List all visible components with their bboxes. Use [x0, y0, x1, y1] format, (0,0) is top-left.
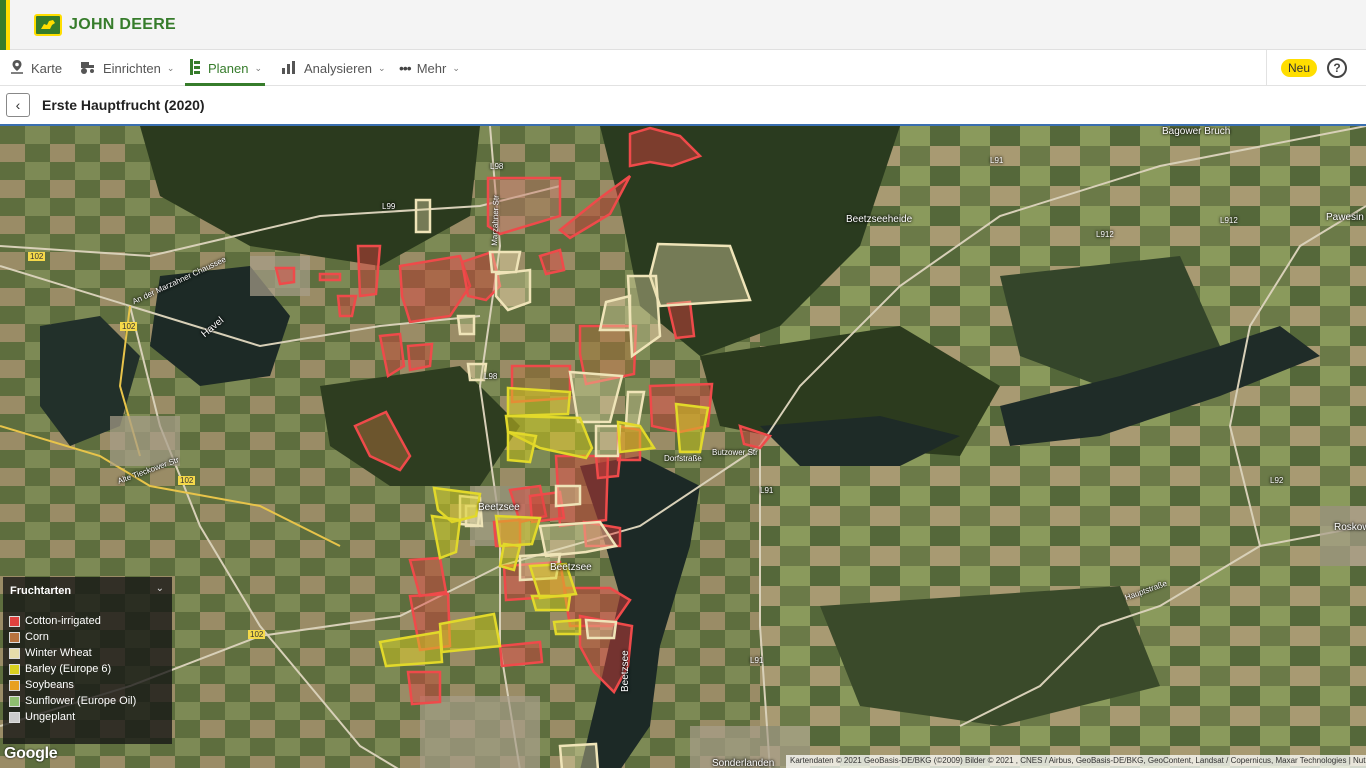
app-header: JOHN DEERE	[0, 0, 1366, 50]
swatch-icon	[9, 647, 20, 659]
legend-item-winter-wheat[interactable]: Winter Wheat	[9, 646, 92, 660]
nav-mehr[interactable]: ••• Mehr ⌄	[399, 50, 460, 86]
map-view[interactable]: Bagower Bruch Beetzseeheide Pawesin Have…	[0, 124, 1366, 768]
road-label-l99: L99	[382, 202, 396, 211]
legend-item-corn[interactable]: Corn	[9, 630, 49, 644]
new-badge[interactable]: Neu	[1281, 59, 1318, 77]
road-badge-102: 102	[28, 252, 46, 261]
legend-item-label: Winter Wheat	[25, 647, 92, 659]
deere-logo-icon	[34, 14, 62, 36]
legend-item-label: Soybeans	[25, 679, 74, 691]
legend-title: Fruchtarten	[10, 585, 72, 597]
legend-item-label: Sunflower (Europe Oil)	[25, 695, 137, 707]
road-label-l92: L92	[1270, 476, 1284, 485]
nav-einrichten[interactable]: Einrichten ⌄	[79, 50, 174, 86]
road-label-l91: L91	[750, 656, 764, 665]
legend-item-label: Cotton-irrigated	[25, 615, 101, 627]
page-title: Erste Hauptfrucht (2020)	[42, 97, 205, 113]
brand-name: JOHN DEERE	[69, 16, 177, 33]
chevron-down-icon: ⌄	[377, 62, 386, 73]
help-icon[interactable]: ?	[1327, 58, 1348, 78]
legend-item-cotton[interactable]: Cotton-irrigated	[9, 614, 101, 628]
nav-karte-label: Karte	[31, 60, 63, 76]
map-attribution: Kartendaten © 2021 GeoBasis-DE/BKG (©200…	[786, 755, 1366, 768]
road-badge-102: 102	[120, 322, 138, 331]
nav-analysieren-label: Analysieren	[304, 60, 372, 76]
road-label-l912: L912	[1220, 216, 1238, 225]
crop-legend: Fruchtarten ⌄ Cotton-irrigated Corn Wint…	[3, 577, 172, 744]
road-label-l98: L98	[490, 162, 504, 171]
google-logo: Google	[4, 745, 58, 762]
nav-karte[interactable]: Karte	[9, 50, 62, 86]
map-pin-icon	[9, 59, 25, 78]
map-label-beetzsee-south: Beetzsee	[550, 562, 592, 573]
nav-planen-label: Planen	[208, 60, 249, 76]
checkbox-icon[interactable]	[9, 663, 20, 675]
swatch-icon	[9, 679, 20, 691]
map-label-dorfstrasse: Dorfstraße	[664, 454, 702, 463]
brand[interactable]: JOHN DEERE	[34, 14, 176, 36]
swatch-icon	[9, 695, 20, 707]
satellite-map[interactable]	[0, 126, 1366, 768]
map-label-marzahner-str: Marzahner Str	[489, 195, 501, 246]
legend-item-barley[interactable]: Barley (Europe 6)	[9, 662, 111, 676]
tractor-icon	[79, 59, 97, 78]
map-label-beetzsee-lake: Beetzsee	[620, 650, 631, 692]
map-label-sonderlanden: Sonderlanden	[712, 758, 775, 768]
bar-chart-icon	[281, 59, 298, 78]
legend-item-soybeans[interactable]: Soybeans	[9, 678, 74, 692]
chevron-left-icon: ‹	[15, 97, 21, 113]
map-label-pawesin: Pawesin	[1326, 212, 1364, 223]
back-button[interactable]: ‹	[6, 93, 30, 117]
map-label-bagower-bruch: Bagower Bruch	[1162, 126, 1231, 137]
legend-item-sunflower[interactable]: Sunflower (Europe Oil)	[9, 694, 136, 708]
road-label-l912: L912	[1096, 230, 1114, 239]
map-label-roskow: Roskow	[1334, 522, 1366, 533]
road-label-l91: L91	[760, 486, 774, 495]
checkbox-icon[interactable]	[9, 615, 20, 627]
nav-analysieren[interactable]: Analysieren ⌄	[281, 50, 385, 86]
road-label-l98: L98	[484, 372, 498, 381]
chevron-down-icon[interactable]: ⌄	[156, 583, 164, 594]
legend-item-label: Ungeplant	[25, 711, 76, 723]
brand-accent-bar	[0, 0, 10, 50]
nav-right-tools: Neu ?	[1266, 50, 1366, 86]
swatch-icon	[9, 631, 20, 643]
nav-mehr-label: Mehr	[416, 60, 447, 76]
main-nav: Karte Einrichten ⌄ Planen ⌄ Analysieren …	[0, 50, 1366, 86]
map-label-beetzseeheide: Beetzseeheide	[846, 214, 913, 225]
legend-item-label: Barley (Europe 6)	[25, 663, 112, 675]
chevron-down-icon: ⌄	[452, 62, 460, 73]
map-label-beetzsee-village: Beetzsee	[478, 502, 520, 513]
more-dots-icon: •••	[399, 60, 412, 76]
legend-item-label: Corn	[25, 631, 49, 643]
swatch-icon	[9, 711, 20, 723]
chevron-down-icon: ⌄	[166, 62, 175, 73]
planner-icon	[188, 58, 202, 79]
nav-einrichten-label: Einrichten	[103, 60, 161, 76]
chevron-down-icon: ⌄	[254, 62, 263, 73]
road-badge-102: 102	[178, 476, 196, 485]
map-label-butzower-str: Butzower Str	[712, 448, 758, 457]
legend-item-ungeplant[interactable]: Ungeplant	[9, 710, 75, 724]
page-header: ‹ Erste Hauptfrucht (2020)	[0, 86, 1366, 124]
road-label-l91: L91	[990, 156, 1004, 165]
road-badge-102: 102	[248, 630, 266, 639]
nav-planen[interactable]: Planen ⌄	[184, 50, 266, 86]
